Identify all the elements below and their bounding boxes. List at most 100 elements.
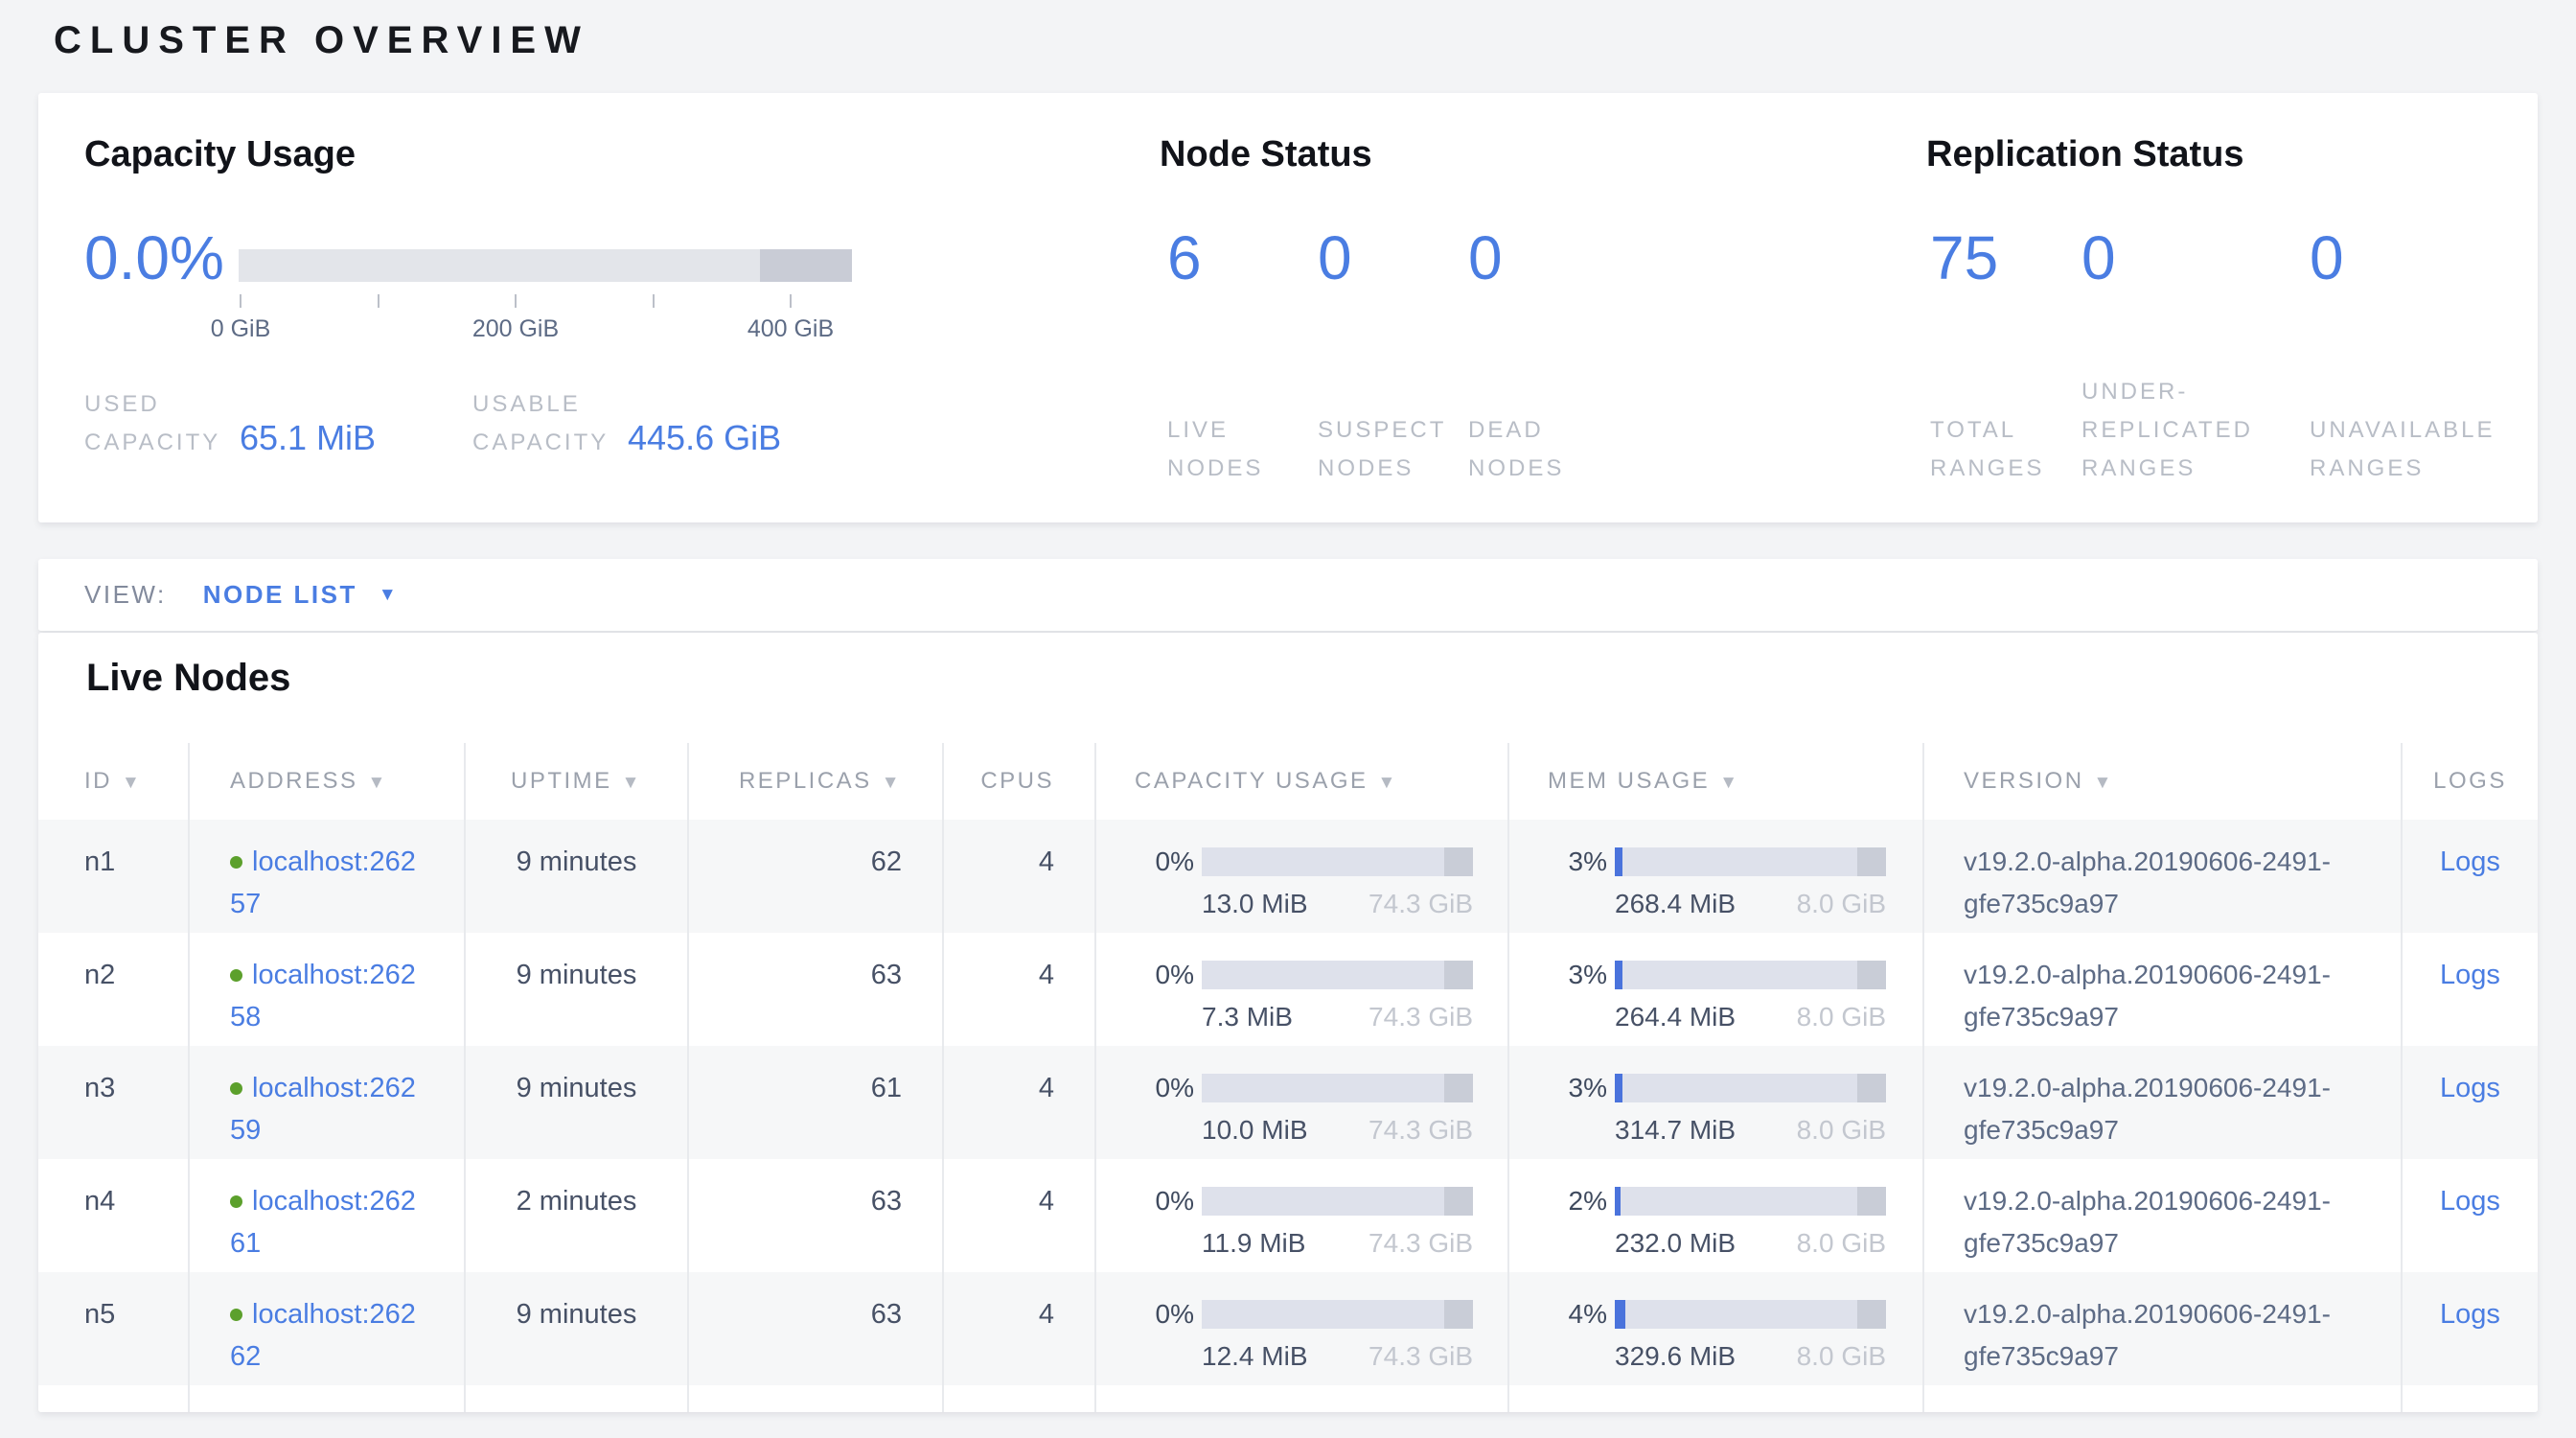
node-address-link[interactable]: localhost:26258 xyxy=(230,960,416,1032)
sort-arrow-icon: ▼ xyxy=(368,773,388,793)
column-header-cpus[interactable]: CPUS xyxy=(943,743,1095,820)
table-row: n2 localhost:26258 9 minutes 63 4 0% 7.3… xyxy=(38,933,2538,1046)
capacity-total-value: 74.3 GiB xyxy=(1368,996,1473,1038)
capacity-bar-reserved-segment xyxy=(1444,961,1473,989)
capacity-percent: 0% xyxy=(1135,1180,1194,1222)
column-header-uptime[interactable]: UPTIME▼ xyxy=(465,743,688,820)
axis-tick-1 xyxy=(378,294,380,308)
version-cell: v19.2.0-alpha.20190606-2491-gfe735c9a97 xyxy=(1923,1046,2402,1159)
mem-total-value: 8.0 GiB xyxy=(1797,883,1886,925)
node-id-cell: n5 xyxy=(38,1272,189,1385)
view-mode-dropdown[interactable]: NODE LIST ▼ xyxy=(203,580,399,610)
node-address-link[interactable]: localhost:26257 xyxy=(230,847,416,919)
capacity-percent: 0% xyxy=(1135,841,1194,883)
sort-arrow-icon: ▼ xyxy=(2094,773,2114,793)
node-address-cell: localhost:26262 xyxy=(189,1272,465,1385)
unavailable-ranges-label: UNAVAILABLE RANGES xyxy=(2310,411,2540,488)
cpus-cell: 4 xyxy=(943,1046,1095,1159)
logs-cell: Logs xyxy=(2402,820,2538,933)
mem-usage-cell: 2% 232.0 MiB 8.0 GiB xyxy=(1508,1159,1923,1272)
axis-label-400gib: 400 GiB xyxy=(748,315,834,343)
mem-bar xyxy=(1615,961,1886,989)
capacity-percent: 0% xyxy=(1135,1293,1194,1335)
cpus-cell: 4 xyxy=(943,933,1095,1046)
cluster-summary-card: Capacity Usage 0.0% 0 GiB 200 GiB 400 Gi… xyxy=(38,93,2538,522)
mem-percent: 3% xyxy=(1548,1067,1607,1109)
axis-tick-4 xyxy=(790,294,792,308)
column-header-mem-usage[interactable]: MEM USAGE▼ xyxy=(1508,743,1923,820)
usable-capacity-stat: USABLE CAPACITY 445.6 GiB xyxy=(472,385,781,462)
logs-link[interactable]: Logs xyxy=(2440,960,2500,990)
sort-arrow-icon: ▼ xyxy=(1378,773,1398,793)
logs-cell: Logs xyxy=(2402,1159,2538,1272)
sort-arrow-icon: ▼ xyxy=(1719,773,1739,793)
mem-percent: 4% xyxy=(1548,1293,1607,1335)
node-address-cell: localhost:26257 xyxy=(189,820,465,933)
under-replicated-ranges-label: UNDER-REPLICATED RANGES xyxy=(2082,373,2310,488)
capacity-total-value: 74.3 GiB xyxy=(1368,883,1473,925)
uptime-cell: 9 minutes xyxy=(465,933,688,1046)
logs-cell: Logs xyxy=(2402,1046,2538,1159)
logs-link[interactable]: Logs xyxy=(2440,847,2500,877)
used-capacity-label-line2: CAPACITY xyxy=(84,429,220,455)
capacity-percent: 0% xyxy=(1135,954,1194,996)
live-status-dot-icon xyxy=(230,1309,242,1321)
capacity-used-value: 11.9 MiB xyxy=(1202,1222,1305,1264)
view-label: VIEW: xyxy=(84,580,167,610)
node-id-cell: n3 xyxy=(38,1046,189,1159)
version-cell: v19.2.0-alpha.20190606-2491-gfe735c9a97 xyxy=(1923,933,2402,1046)
capacity-usage-title: Capacity Usage xyxy=(84,134,356,175)
capacity-bar xyxy=(1202,1187,1473,1216)
mem-bar-reserved-segment xyxy=(1857,1300,1886,1329)
capacity-bar-reserved-segment xyxy=(1444,847,1473,876)
node-id-cell: n1 xyxy=(38,820,189,933)
mem-bar xyxy=(1615,847,1886,876)
mem-total-value: 8.0 GiB xyxy=(1797,1222,1886,1264)
mem-used-value: 329.6 MiB xyxy=(1615,1335,1736,1378)
under-replicated-ranges-count: 0 xyxy=(2082,227,2310,289)
capacity-total-value: 74.3 GiB xyxy=(1368,1109,1473,1151)
capacity-usage-cell: 0% 13.0 MiB 74.3 GiB xyxy=(1095,820,1508,933)
mem-usage-cell: 3% 264.4 MiB 8.0 GiB xyxy=(1508,933,1923,1046)
capacity-used-percent: 0.0% xyxy=(84,227,224,289)
node-address-link[interactable]: localhost:26261 xyxy=(230,1186,416,1259)
column-header-version[interactable]: VERSION▼ xyxy=(1923,743,2402,820)
table-row: n5 localhost:26262 9 minutes 63 4 0% 12.… xyxy=(38,1272,2538,1385)
live-nodes-table: ID▼ ADDRESS▼ UPTIME▼ REPLICAS▼ CPUS CAPA… xyxy=(38,743,2538,1412)
capacity-usage-cell: 0% 11.9 MiB 74.3 GiB xyxy=(1095,1159,1508,1272)
node-address-cell: localhost:26258 xyxy=(189,933,465,1046)
live-status-dot-icon xyxy=(230,1082,242,1095)
logs-link[interactable]: Logs xyxy=(2440,1186,2500,1217)
axis-tick-0 xyxy=(240,294,242,308)
replicas-cell: 62 xyxy=(688,820,943,933)
replicas-cell: 61 xyxy=(688,1046,943,1159)
usable-capacity-value: 445.6 GiB xyxy=(628,418,781,462)
chevron-down-icon: ▼ xyxy=(379,585,399,606)
node-id-cell: n2 xyxy=(38,933,189,1046)
suspect-nodes-count: 0 xyxy=(1318,227,1468,289)
table-row: n1 localhost:26257 9 minutes 62 4 0% 13.… xyxy=(38,820,2538,933)
axis-tick-3 xyxy=(653,294,655,308)
view-selector-bar: VIEW: NODE LIST ▼ xyxy=(38,559,2538,632)
column-header-capacity-usage[interactable]: CAPACITY USAGE▼ xyxy=(1095,743,1508,820)
column-header-replicas[interactable]: REPLICAS▼ xyxy=(688,743,943,820)
sort-arrow-icon: ▼ xyxy=(882,773,902,793)
capacity-used-value: 10.0 MiB xyxy=(1202,1109,1308,1151)
node-address-link[interactable]: localhost:26259 xyxy=(230,1073,416,1146)
column-header-address[interactable]: ADDRESS▼ xyxy=(189,743,465,820)
mem-bar-used-segment xyxy=(1615,961,1622,989)
node-address-cell: localhost:26259 xyxy=(189,1046,465,1159)
node-address-link[interactable]: localhost:26262 xyxy=(230,1299,416,1372)
axis-tick-2 xyxy=(515,294,517,308)
unavailable-ranges-count: 0 xyxy=(2310,227,2540,289)
logs-link[interactable]: Logs xyxy=(2440,1299,2500,1330)
usable-capacity-label-line2: CAPACITY xyxy=(472,429,609,455)
total-ranges-label: TOTAL RANGES xyxy=(1930,411,2082,488)
live-nodes-label: LIVE NODES xyxy=(1167,411,1318,488)
logs-link[interactable]: Logs xyxy=(2440,1073,2500,1103)
capacity-usage-cell: 0% 12.4 MiB 74.3 GiB xyxy=(1095,1272,1508,1385)
capacity-total-value: 74.3 GiB xyxy=(1368,1335,1473,1378)
column-header-id[interactable]: ID▼ xyxy=(38,743,189,820)
node-id-cell: n4 xyxy=(38,1159,189,1272)
mem-bar-reserved-segment xyxy=(1857,1187,1886,1216)
